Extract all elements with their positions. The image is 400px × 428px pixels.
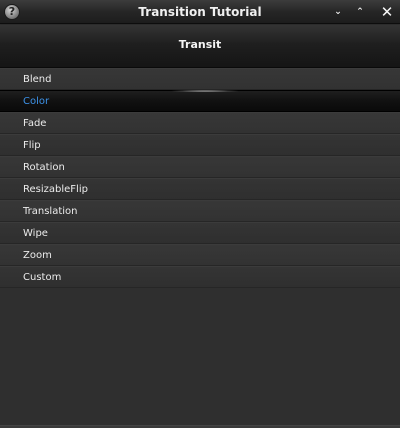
list-item-flip[interactable]: Flip [0,134,400,156]
window-titlebar[interactable]: ? Transition Tutorial ⌄ ⌃ ✕ [0,0,400,24]
list-item-blend[interactable]: Blend [0,68,400,90]
minimize-button[interactable]: ⌄ [328,2,348,22]
list-item-label: Wipe [23,228,48,239]
list-item-rotation[interactable]: Rotation [0,156,400,178]
list-item-label: Flip [23,140,41,151]
list-item-label: Blend [23,74,52,85]
page-title: Transit [178,38,222,51]
list-item-wipe[interactable]: Wipe [0,222,400,244]
list-item-label: Translation [23,206,78,217]
list-item-label: Fade [23,118,47,129]
list-item-custom[interactable]: Custom [0,266,400,288]
list-item-zoom[interactable]: Zoom [0,244,400,266]
list-item-label: Color [23,96,50,107]
list-item-label: ResizableFlip [23,184,88,195]
list-item-translation[interactable]: Translation [0,200,400,222]
close-button[interactable]: ✕ [377,2,397,22]
selection-highlight [170,90,240,92]
list-item-label: Zoom [23,250,52,261]
list-item-fade[interactable]: Fade [0,112,400,134]
transition-list: Blend Color Fade Flip Rotation Resizable… [0,68,400,428]
list-item-label: Custom [23,272,62,283]
list-item-color[interactable]: Color [0,90,400,112]
list-item-resizableflip[interactable]: ResizableFlip [0,178,400,200]
list-item-label: Rotation [23,162,65,173]
page-header: Transit [0,25,400,68]
maximize-button[interactable]: ⌃ [350,2,370,22]
